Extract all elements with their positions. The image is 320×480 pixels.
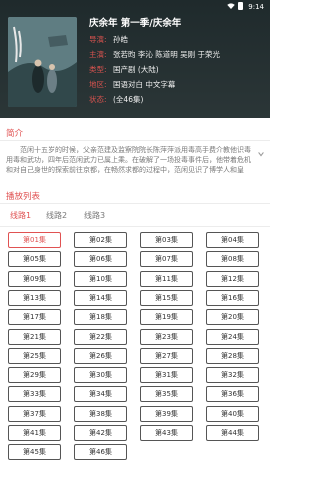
- hero-header: 9:14 庆余年 第一季/庆余年 导演: 孙皓 主演: 张若昀 李沁 陈道明 吴…: [0, 0, 270, 118]
- meta-key: 类型:: [89, 65, 107, 74]
- episode-button[interactable]: 第35集: [140, 386, 193, 403]
- episode-button[interactable]: 第02集: [74, 232, 127, 248]
- episode-button[interactable]: 第27集: [140, 347, 193, 364]
- episode-button[interactable]: 第04集: [206, 232, 259, 248]
- episode-button[interactable]: 第12集: [206, 270, 259, 287]
- meta-value: 张若昀 李沁 陈道明 吴刚 于荣光: [113, 50, 221, 59]
- episode-button[interactable]: 第37集: [8, 405, 61, 422]
- episode-button[interactable]: 第15集: [140, 289, 193, 306]
- episode-button[interactable]: 第21集: [8, 328, 61, 345]
- episode-button[interactable]: 第23集: [140, 328, 193, 345]
- tab-source-1[interactable]: 线路1: [10, 210, 31, 221]
- meta-value: 国产剧 (大陆): [113, 65, 159, 74]
- episode-button[interactable]: 第07集: [140, 251, 193, 268]
- episode-button[interactable]: 第44集: [206, 425, 259, 441]
- episode-button[interactable]: 第30集: [74, 367, 127, 384]
- episode-button[interactable]: 第20集: [206, 309, 259, 326]
- meta-value: (全46集): [113, 95, 144, 104]
- show-title: 庆余年 第一季/庆余年: [89, 18, 182, 29]
- meta-row-genre: 类型: 国产剧 (大陆): [89, 62, 267, 77]
- status-bar: 9:14: [0, 0, 270, 14]
- divider: [0, 140, 270, 141]
- meta-row-region: 地区: 国语对白 中文字幕: [89, 77, 267, 92]
- episode-button[interactable]: 第40集: [206, 405, 259, 422]
- episode-button[interactable]: 第45集: [8, 444, 61, 461]
- episode-button[interactable]: 第28集: [206, 347, 259, 364]
- episode-button[interactable]: 第24集: [206, 328, 259, 345]
- playlist-heading: 播放列表: [6, 192, 41, 202]
- battery-icon: [238, 2, 243, 10]
- divider: [0, 203, 270, 204]
- episode-button[interactable]: 第18集: [74, 309, 127, 326]
- episode-button[interactable]: 第31集: [140, 367, 193, 384]
- episode-button[interactable]: 第39集: [140, 405, 193, 422]
- tab-source-3[interactable]: 线路3: [84, 210, 105, 221]
- meta-row-status: 状态: (全46集): [89, 92, 267, 107]
- meta-key: 地区:: [89, 80, 107, 89]
- episode-button[interactable]: 第06集: [74, 251, 127, 268]
- episode-button[interactable]: 第32集: [206, 367, 259, 384]
- episode-button[interactable]: 第17集: [8, 309, 61, 326]
- episode-button[interactable]: 第19集: [140, 309, 193, 326]
- poster-image: [8, 17, 77, 107]
- meta-value: 孙皓: [113, 35, 128, 44]
- tab-source-2[interactable]: 线路2: [46, 210, 67, 221]
- episode-button[interactable]: 第09集: [8, 270, 61, 287]
- episode-button[interactable]: 第38集: [74, 405, 127, 422]
- chevron-down-icon[interactable]: [257, 150, 265, 158]
- episode-button[interactable]: 第42集: [74, 425, 127, 441]
- episode-button[interactable]: 第34集: [74, 386, 127, 403]
- divider: [0, 226, 270, 227]
- episode-button[interactable]: 第36集: [206, 386, 259, 403]
- wifi-icon: [227, 3, 235, 9]
- meta-row-cast: 主演: 张若昀 李沁 陈道明 吴刚 于荣光: [89, 47, 267, 62]
- episode-button[interactable]: 第26集: [74, 347, 127, 364]
- meta-value: 国语对白 中文字幕: [113, 80, 176, 89]
- episode-button[interactable]: 第22集: [74, 328, 127, 345]
- episode-button[interactable]: 第08集: [206, 251, 259, 268]
- episode-button[interactable]: 第01集: [8, 232, 61, 248]
- meta-key: 导演:: [89, 35, 107, 44]
- meta-key: 主演:: [89, 50, 107, 59]
- episode-button[interactable]: 第11集: [140, 270, 193, 287]
- intro-heading: 简介: [6, 129, 24, 139]
- meta-list: 导演: 孙皓 主演: 张若昀 李沁 陈道明 吴刚 于荣光 类型: 国产剧 (大陆…: [89, 32, 267, 107]
- status-time: 9:14: [248, 3, 264, 11]
- episode-button[interactable]: 第25集: [8, 347, 61, 364]
- episode-button[interactable]: 第41集: [8, 425, 61, 441]
- episode-button[interactable]: 第33集: [8, 386, 61, 403]
- episode-button[interactable]: 第10集: [74, 270, 127, 287]
- status-icons: [227, 2, 243, 10]
- episode-button[interactable]: 第03集: [140, 232, 193, 248]
- episode-button[interactable]: 第13集: [8, 289, 61, 306]
- episode-button[interactable]: 第46集: [74, 444, 127, 461]
- episode-button[interactable]: 第14集: [74, 289, 127, 306]
- source-tabs: 线路1 线路2 线路3: [0, 206, 270, 226]
- episode-button[interactable]: 第43集: [140, 425, 193, 441]
- episode-button[interactable]: 第29集: [8, 367, 61, 384]
- episode-button[interactable]: 第16集: [206, 289, 259, 306]
- intro-text: 范闲十五岁的时候，父亲范建及监察院院长陈萍萍派用毒高手费介教他识毒用毒和武功，四…: [6, 146, 251, 174]
- meta-key: 状态:: [89, 95, 107, 104]
- meta-row-director: 导演: 孙皓: [89, 32, 267, 47]
- episode-button[interactable]: 第05集: [8, 251, 61, 268]
